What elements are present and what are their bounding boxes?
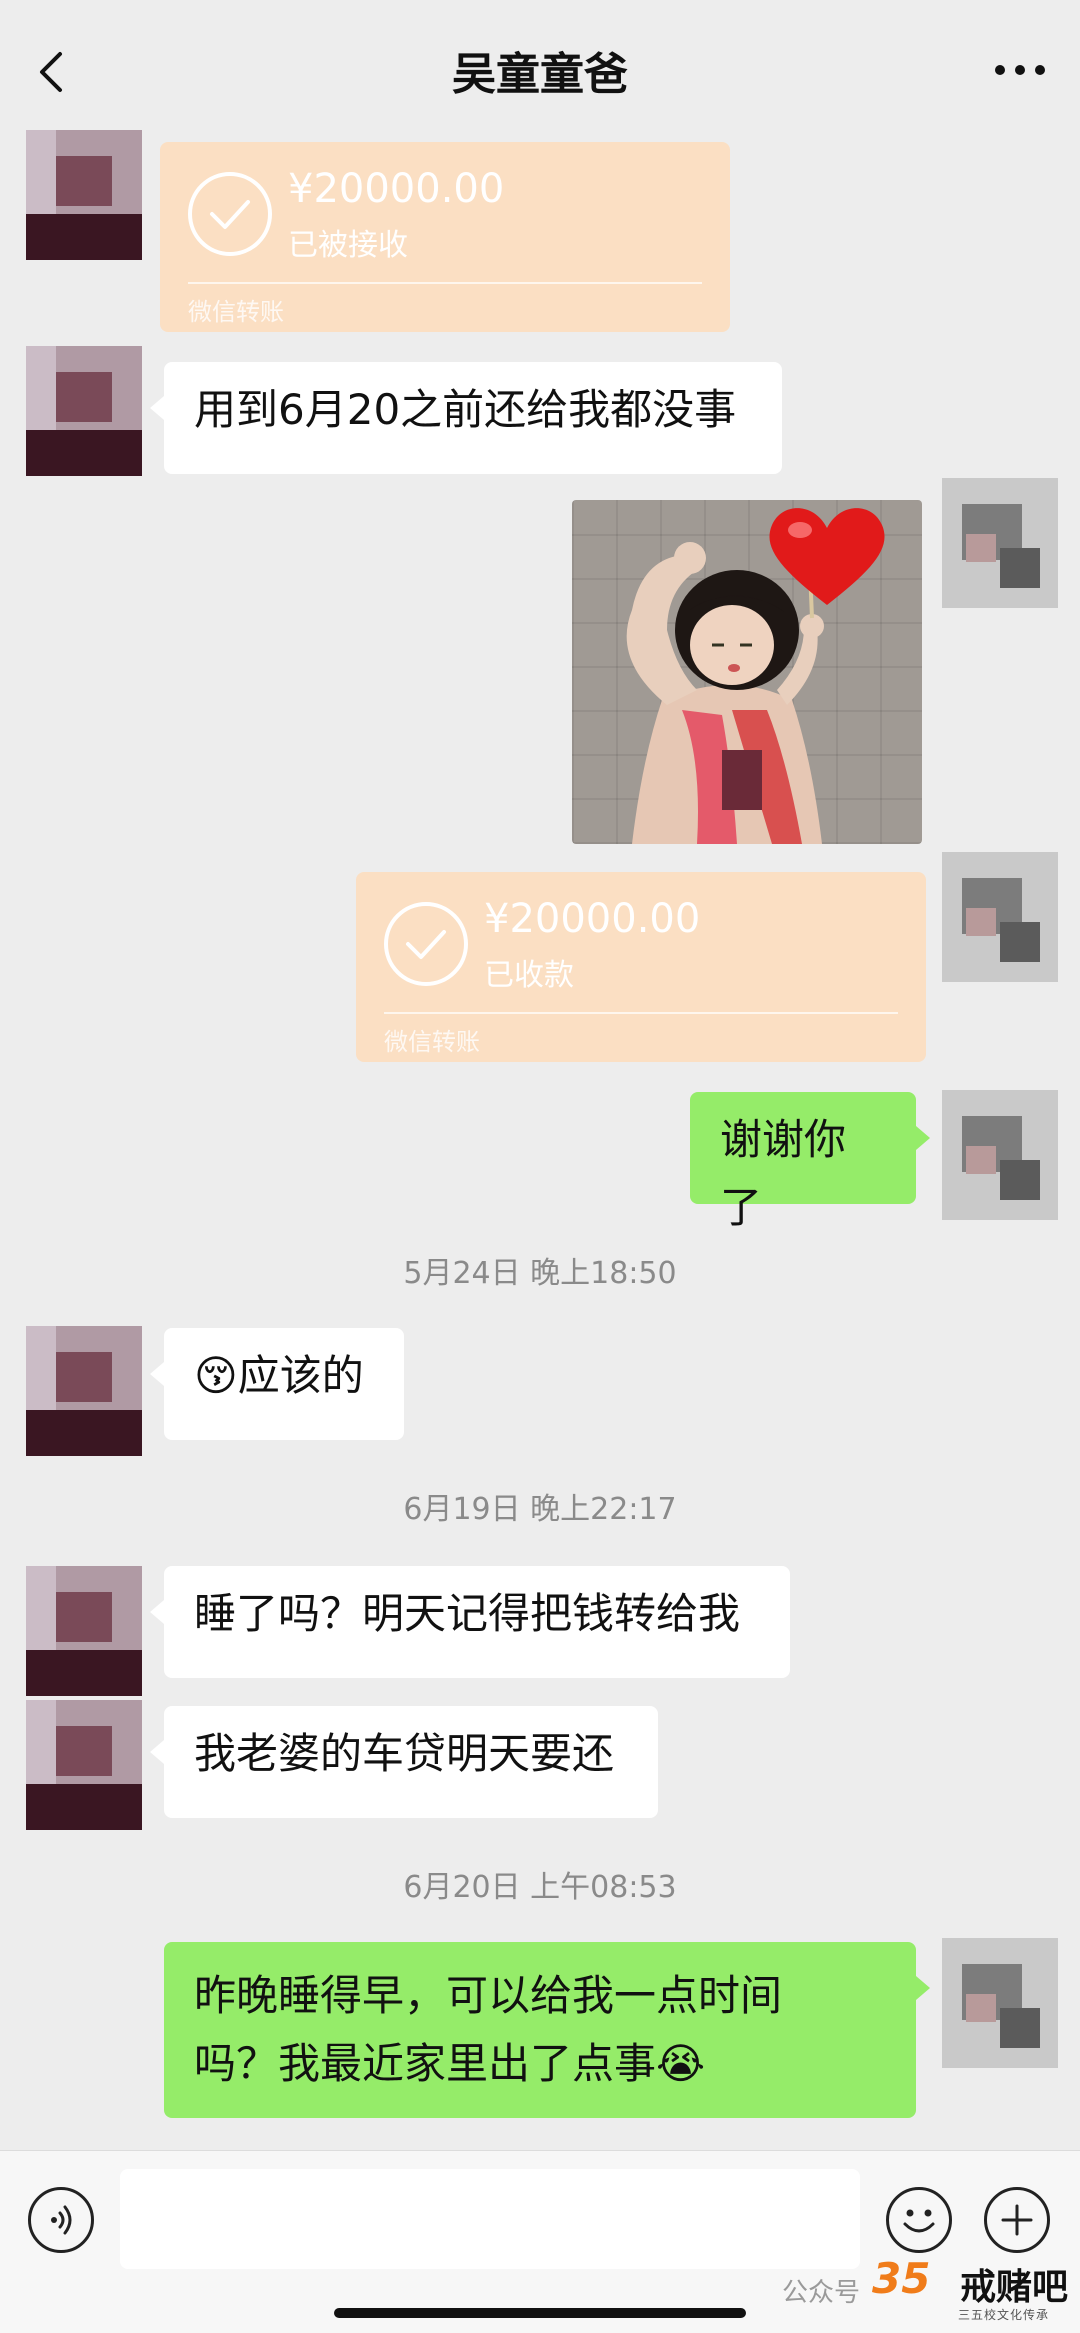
self-avatar[interactable] (942, 1090, 1058, 1220)
divider (188, 282, 702, 284)
emoji-button[interactable] (886, 2187, 952, 2253)
message-bubble-incoming[interactable]: 用到6月20之前还给我都没事 (150, 362, 782, 474)
transfer-status: 已收款 (484, 958, 574, 993)
divider (384, 1012, 898, 1014)
watermark-text: 公众号 (782, 2278, 861, 2308)
contact-avatar[interactable] (26, 130, 142, 260)
contact-avatar[interactable] (26, 346, 142, 476)
top-bar: 吴童童爸 (0, 0, 1080, 140)
message-text-line: 吗？我最近家里出了点事 (194, 2039, 657, 2088)
check-icon (384, 902, 468, 986)
transfer-amount: ¥20000.00 (288, 166, 505, 212)
timestamp: 6月19日 晚上22:17 (403, 1492, 677, 1527)
transfer-status: 已被接收 (288, 228, 408, 263)
contact-avatar[interactable] (26, 1700, 142, 1830)
more-dots-icon (995, 65, 1045, 75)
heart-icon (769, 508, 885, 605)
message-bubble-outgoing[interactable]: 谢谢你了 (690, 1092, 930, 1232)
watermark-brand: 戒赌吧 (960, 2267, 1069, 2308)
contact-avatar[interactable] (26, 1566, 142, 1696)
message-text: 我老婆的车贷明天要还 (194, 1729, 615, 1778)
message-text: 谢谢你了 (720, 1115, 847, 1232)
contact-avatar[interactable] (26, 1326, 142, 1456)
emoji-icon (903, 2209, 935, 2233)
home-indicator (334, 2308, 746, 2318)
message-bubble-outgoing[interactable]: 昨晚睡得早，可以给我一点时间 吗？我最近家里出了点事😭 (164, 1942, 930, 2118)
sticker-image[interactable] (572, 500, 922, 844)
message-bubble-incoming[interactable]: 😚应该的 (150, 1328, 404, 1440)
self-avatar[interactable] (942, 478, 1058, 608)
emoji-kiss-icon: 😚 (194, 1351, 238, 1400)
chat-title: 吴童童爸 (452, 49, 628, 100)
message-bubble-incoming[interactable]: 我老婆的车贷明天要还 (150, 1706, 658, 1818)
emoji-crying-icon: 😭 (656, 2039, 706, 2088)
timestamp: 6月20日 上午08:53 (403, 1870, 677, 1905)
message-text: 应该的 (237, 1351, 364, 1400)
transfer-label: 微信转账 (188, 298, 284, 326)
timestamp: 5月24日 晚上18:50 (403, 1256, 677, 1291)
message-text-line: 昨晚睡得早，可以给我一点时间 (194, 1971, 783, 2020)
self-avatar[interactable] (942, 1938, 1058, 2068)
plus-icon (1001, 2204, 1033, 2236)
message-text: 用到6月20之前还给我都没事 (194, 385, 737, 434)
input-bar (0, 2150, 1080, 2333)
voice-icon (51, 2205, 72, 2235)
plus-button[interactable] (984, 2187, 1050, 2253)
message-bubble-incoming[interactable]: 睡了吗？明天记得把钱转给我 (150, 1566, 790, 1678)
check-icon (188, 172, 272, 256)
more-button[interactable] (990, 50, 1050, 90)
transfer-amount: ¥20000.00 (484, 896, 701, 942)
transfer-card[interactable]: ¥20000.00 已被接收 微信转账 (160, 142, 730, 332)
message-text: 睡了吗？明天记得把钱转给我 (194, 1589, 741, 1638)
message-input[interactable] (120, 2169, 860, 2269)
voice-button[interactable] (28, 2187, 94, 2253)
transfer-card[interactable]: ¥20000.00 已收款 微信转账 (356, 872, 926, 1062)
transfer-label: 微信转账 (384, 1028, 480, 1056)
self-avatar[interactable] (942, 852, 1058, 982)
watermark-subtitle: 三五校文化传承 (958, 2308, 1050, 2322)
watermark-logo: 35 (872, 2254, 931, 2303)
